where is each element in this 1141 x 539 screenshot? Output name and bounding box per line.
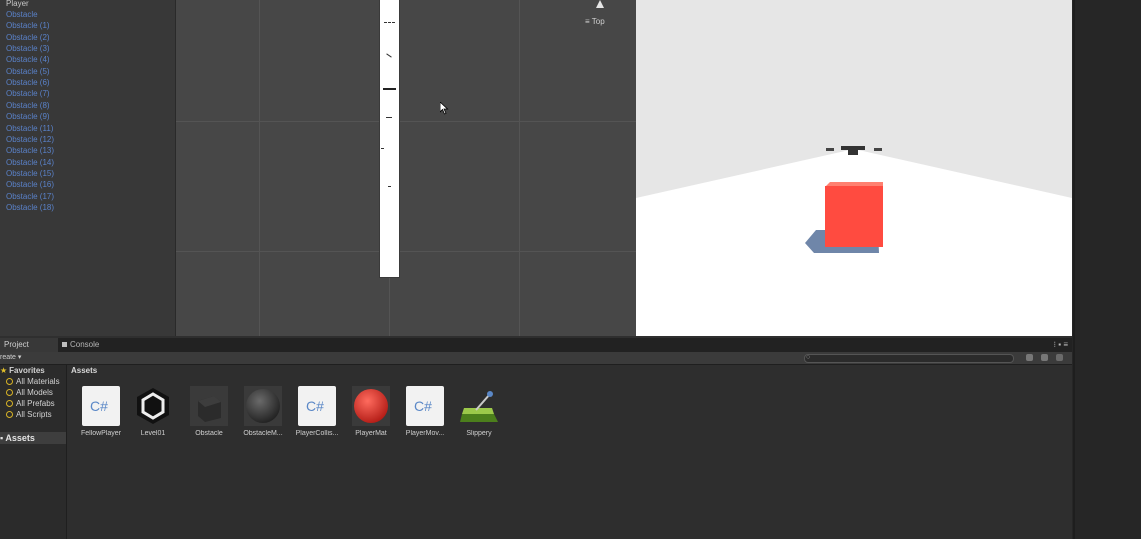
hierarchy-item[interactable]: Obstacle (5): [0, 66, 175, 77]
asset-label: FellowPlayer: [80, 430, 122, 437]
hierarchy-item[interactable]: Obstacle (17): [0, 191, 175, 202]
ground-track-top-view[interactable]: [380, 0, 399, 277]
scene-view[interactable]: ≡ Top: [175, 0, 636, 336]
hierarchy-item[interactable]: Obstacle (7): [0, 88, 175, 99]
asset-label: Slippery: [466, 430, 492, 437]
panel-separator: [1073, 0, 1075, 539]
create-dropdown[interactable]: reate ▾: [0, 352, 21, 364]
hierarchy-item[interactable]: Obstacle (14): [0, 157, 175, 168]
asset-label: PlayerMov...: [405, 430, 445, 437]
asset-label: PlayerCollis...: [295, 430, 339, 437]
hierarchy-item[interactable]: Obstacle (16): [0, 179, 175, 190]
material-sphere-icon: [244, 386, 282, 426]
grid-line: [176, 251, 636, 252]
player-cube: [825, 186, 883, 247]
console-icon: [62, 342, 67, 348]
distant-obstacle: [841, 146, 865, 150]
asset-item[interactable]: C# PlayerCollis...: [290, 386, 344, 442]
star-icon: ★: [0, 366, 8, 375]
favorite-star-icon[interactable]: [1056, 354, 1063, 361]
assets-folder-item[interactable]: ▪ Assets: [0, 432, 66, 444]
obstacle-marker: [383, 88, 396, 90]
distant-obstacle: [874, 148, 882, 151]
project-tab-bar: Project Console ⁝ ▪ ≡: [0, 338, 1072, 352]
hierarchy-item[interactable]: Obstacle (6): [0, 77, 175, 88]
search-icon: ○: [806, 354, 811, 361]
asset-item[interactable]: Slippery: [452, 386, 506, 442]
obstacle-marker: [381, 148, 384, 149]
hierarchy-item[interactable]: Obstacle: [0, 9, 175, 20]
project-toolbar: reate ▾ ○: [0, 352, 1072, 365]
mouse-cursor-icon: [439, 101, 449, 120]
hierarchy-item[interactable]: Obstacle (12): [0, 134, 175, 145]
tab-console[interactable]: Console: [58, 338, 114, 352]
csharp-script-icon: C#: [406, 386, 444, 426]
favorites-item[interactable]: All Models: [0, 387, 66, 398]
hierarchy-item[interactable]: Obstacle (18): [0, 202, 175, 213]
game-render: [636, 146, 1072, 336]
search-icon: [6, 400, 13, 408]
game-view[interactable]: [636, 0, 1072, 336]
grid-line: [259, 0, 260, 336]
hierarchy-item[interactable]: Obstacle (15): [0, 168, 175, 179]
physic-material-icon: [460, 386, 498, 426]
favorites-item[interactable]: All Materials: [0, 376, 66, 387]
csharp-script-icon: C#: [298, 386, 336, 426]
unity-scene-icon: [134, 386, 172, 426]
folder-icon: ▪: [0, 433, 4, 443]
panel-menu-icon[interactable]: ⁝ ▪ ≡: [1054, 338, 1069, 352]
asset-item[interactable]: C# FellowPlayer: [74, 386, 128, 442]
obstacle-marker: [388, 186, 391, 187]
hierarchy-item[interactable]: Obstacle (2): [0, 32, 175, 43]
filter-type-icon[interactable]: [1026, 354, 1033, 361]
menu-lines-icon: ≡: [585, 17, 590, 26]
hierarchy-item[interactable]: Obstacle (9): [0, 111, 175, 122]
hierarchy-item[interactable]: Obstacle (1): [0, 20, 175, 31]
search-input[interactable]: [804, 354, 1014, 363]
asset-label: Obstacle: [195, 430, 223, 437]
asset-label: PlayerMat: [355, 430, 387, 437]
asset-item[interactable]: PlayerMat: [344, 386, 398, 442]
filter-label-icon[interactable]: [1041, 354, 1048, 361]
hierarchy-panel: Player Obstacle Obstacle (1) Obstacle (2…: [0, 0, 175, 336]
project-folder-tree: ★ Favorites All Materials All Models All …: [0, 365, 67, 539]
favorites-item[interactable]: All Scripts: [0, 409, 66, 420]
favorites-item[interactable]: All Prefabs: [0, 398, 66, 409]
distant-obstacle: [826, 148, 834, 151]
asset-item[interactable]: Obstacle: [182, 386, 236, 442]
grid-line: [176, 121, 636, 122]
asset-item[interactable]: Level01: [126, 386, 180, 442]
prefab-cube-icon: [190, 386, 228, 426]
grid-line: [519, 0, 520, 336]
asset-label: Level01: [140, 430, 166, 437]
asset-label: ObstacleM...: [243, 430, 283, 437]
hierarchy-item-player[interactable]: Player: [0, 0, 175, 9]
hierarchy-item[interactable]: Obstacle (4): [0, 54, 175, 65]
search-icon: [6, 389, 13, 397]
right-panel-edge: [1072, 0, 1141, 539]
asset-path-breadcrumb: Assets: [71, 366, 98, 375]
hierarchy-item[interactable]: Obstacle (13): [0, 145, 175, 156]
asset-item[interactable]: ObstacleM...: [236, 386, 290, 442]
scene-gizmo-cone-icon[interactable]: [596, 0, 604, 8]
tab-project[interactable]: Project: [0, 338, 58, 352]
search-icon: [6, 411, 13, 419]
distant-obstacle: [848, 150, 858, 155]
hierarchy-item[interactable]: Obstacle (3): [0, 43, 175, 54]
favorites-header[interactable]: ★ Favorites: [0, 365, 66, 376]
obstacle-marker: [386, 53, 392, 58]
hierarchy-item[interactable]: Obstacle (11): [0, 123, 175, 134]
search-icon: [6, 378, 13, 386]
obstacle-marker: [386, 117, 392, 118]
csharp-script-icon: C#: [82, 386, 120, 426]
hierarchy-item[interactable]: Obstacle (8): [0, 100, 175, 111]
asset-item[interactable]: C# PlayerMov...: [398, 386, 452, 442]
material-sphere-icon: [352, 386, 390, 426]
obstacle-marker: [384, 22, 395, 24]
scene-view-label[interactable]: ≡ Top: [585, 17, 605, 26]
